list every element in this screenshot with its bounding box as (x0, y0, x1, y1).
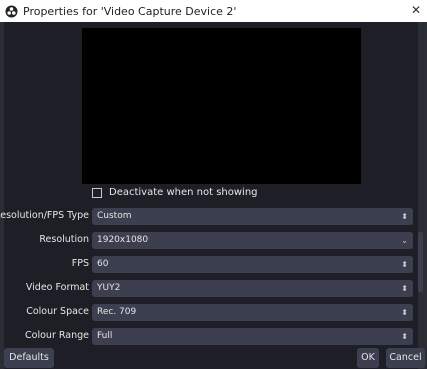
spin-arrows-icon: ⬍ (401, 212, 408, 221)
colour-space-field[interactable]: Rec. 709 ⬍ (92, 304, 413, 321)
resolution-row: Resolution 1920x1080 ⌄ (4, 232, 418, 250)
video-format-value: YUY2 (97, 283, 121, 293)
obs-app-icon (5, 5, 18, 17)
fps-label: FPS (71, 258, 89, 269)
fps-row: FPS 60 ⬍ (4, 256, 418, 274)
resolution-fps-type-value: Custom (97, 211, 132, 221)
video-format-label: Video Format (25, 282, 89, 293)
spin-arrows-icon: ⬍ (401, 308, 408, 317)
colour-range-label: Colour Range (25, 330, 89, 341)
colour-space-row: Colour Space Rec. 709 ⬍ (4, 304, 418, 322)
video-format-field[interactable]: YUY2 ⬍ (92, 280, 413, 297)
resolution-fps-type-row: Resolution/FPS Type Custom ⬍ (0, 208, 418, 226)
colour-space-value: Rec. 709 (97, 307, 137, 317)
vertical-scrollbar[interactable] (418, 232, 423, 292)
video-format-row: Video Format YUY2 ⬍ (4, 280, 418, 298)
close-icon[interactable]: ✕ (411, 3, 421, 17)
resolution-field[interactable]: 1920x1080 ⌄ (92, 232, 413, 249)
resolution-fps-type-field[interactable]: Custom ⬍ (92, 208, 413, 225)
colour-range-row: Colour Range Full ⬍ (4, 328, 418, 346)
video-preview (82, 28, 361, 184)
resolution-fps-type-label: Resolution/FPS Type (0, 210, 89, 221)
fps-field[interactable]: 60 ⬍ (92, 256, 413, 273)
deactivate-checkbox[interactable] (92, 187, 102, 198)
spin-arrows-icon: ⬍ (401, 260, 408, 269)
colour-space-label: Colour Space (26, 306, 89, 317)
colour-range-value: Full (97, 331, 113, 341)
chevron-down-icon: ⌄ (401, 236, 408, 245)
ok-button[interactable]: OK (357, 348, 379, 368)
deactivate-option[interactable]: Deactivate when not showing (92, 187, 258, 198)
spin-arrows-icon: ⬍ (401, 284, 408, 293)
deactivate-label: Deactivate when not showing (109, 187, 258, 198)
title-bar: Properties for 'Video Capture Device 2' … (0, 0, 427, 22)
defaults-button[interactable]: Defaults (4, 348, 54, 368)
fps-value: 60 (97, 259, 109, 269)
colour-range-field[interactable]: Full ⬍ (92, 328, 413, 345)
resolution-value: 1920x1080 (97, 235, 149, 245)
resolution-label: Resolution (39, 234, 89, 245)
spin-arrows-icon: ⬍ (401, 332, 408, 341)
properties-panel: Deactivate when not showing Resolution/F… (0, 22, 418, 369)
window-title: Properties for 'Video Capture Device 2' (23, 4, 237, 18)
cancel-button[interactable]: Cancel (386, 348, 425, 368)
